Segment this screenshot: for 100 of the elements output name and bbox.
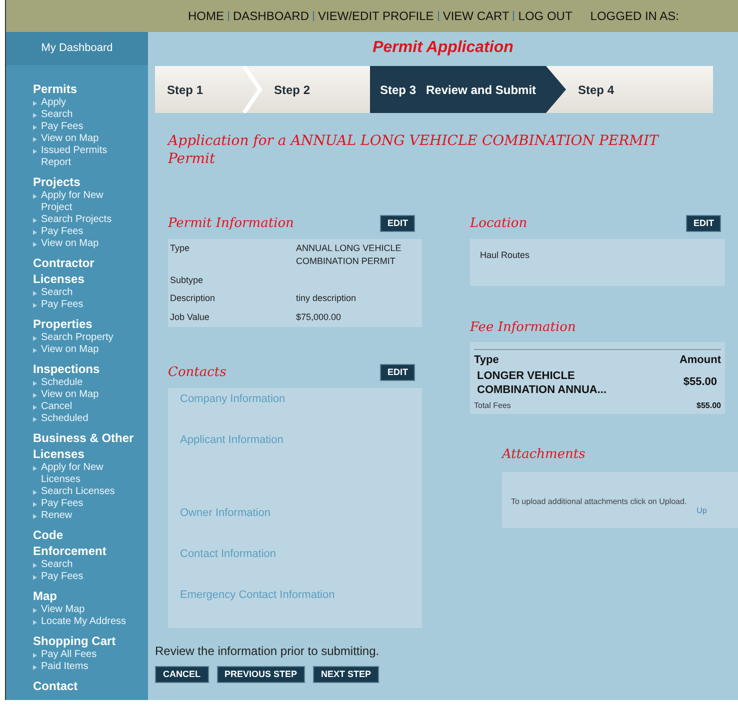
fee-amount: $55.00	[683, 375, 718, 390]
section-title: Contacts	[168, 364, 226, 382]
sidebar-link[interactable]: Search Property	[41, 332, 114, 344]
total-label: Total Fees	[474, 400, 511, 412]
field-value: ANNUAL LONG VEHICLE COMBINATION PERMIT	[296, 242, 402, 268]
bullet-icon	[33, 113, 37, 118]
total-amount: $55.00	[696, 400, 721, 412]
upload-link[interactable]: Up	[696, 505, 707, 517]
section-title: Permit Information	[168, 215, 294, 233]
step-tab[interactable]: Step 2	[262, 66, 370, 113]
bullet-icon	[33, 502, 37, 507]
field-value: $75,000.00	[296, 310, 342, 324]
section-title: Attachments	[502, 446, 586, 464]
sidebar-link[interactable]: View on Map	[41, 238, 99, 250]
action-button[interactable]: CANCEL	[155, 666, 208, 682]
sidebar-link[interactable]: Pay Fees	[41, 299, 84, 311]
sidebar-link[interactable]: Search Licenses	[41, 486, 115, 498]
sidebar-link[interactable]: Pay Fees	[41, 226, 84, 238]
nav-link[interactable]: HOME	[188, 7, 224, 25]
sidebar-link[interactable]: Pay Fees	[41, 571, 84, 583]
application-heading: Application for a ANNUAL LONG VEHICLE COMBINATION PERMIT Permit	[168, 132, 660, 168]
step-tab[interactable]: Step 3 Review and Submit	[370, 66, 566, 113]
sidebar-section-title: Contact	[33, 678, 79, 694]
sidebar-link[interactable]: Pay Fees	[41, 498, 84, 510]
sidebar-link[interactable]: View on Map	[41, 344, 99, 356]
section-title: Fee Information	[470, 318, 577, 336]
page-title: Permit Application	[372, 38, 514, 58]
sidebar-link[interactable]: View on Map	[41, 389, 99, 401]
sidebar-link[interactable]: Schedule	[41, 377, 83, 389]
sidebar-link[interactable]: Apply for New Project	[41, 190, 134, 214]
column-header: Amount	[679, 353, 721, 368]
sidebar-link[interactable]: View Map	[41, 604, 85, 616]
sidebar-link[interactable]: Search	[41, 287, 73, 299]
sidebar-section-title: Map	[33, 588, 58, 604]
bullet-icon	[33, 620, 37, 625]
nav-link[interactable]: DASHBOARD	[233, 7, 310, 25]
nav-link[interactable]: VIEW/EDIT PROFILE	[318, 7, 434, 25]
contact-group-link[interactable]: Emergency Contact Information	[180, 586, 422, 628]
edit-button[interactable]: EDIT	[686, 215, 721, 232]
contact-group-link[interactable]: Contact Information	[180, 546, 422, 586]
sidebar-header[interactable]: My Dashboard	[6, 32, 148, 65]
bullet-icon	[33, 230, 37, 235]
contact-group-link[interactable]: Applicant Information	[180, 432, 422, 504]
bullet-icon	[33, 608, 37, 613]
bullet-icon	[33, 348, 37, 353]
sidebar-link[interactable]: Renew	[41, 510, 72, 522]
sidebar-link[interactable]: Paid Items	[41, 661, 88, 673]
bullet-icon	[33, 466, 37, 471]
sidebar-link[interactable]: Scheduled	[41, 413, 88, 425]
bullet-icon	[33, 291, 37, 296]
bullet-icon	[33, 242, 37, 247]
action-button[interactable]: NEXT STEP	[313, 666, 380, 682]
bullet-icon	[33, 149, 37, 154]
column-header: Type	[474, 353, 499, 368]
sidebar-link[interactable]: Search Projects	[41, 214, 112, 226]
fee-type: LONGER VEHICLE COMBINATION ANNUA...	[476, 368, 608, 396]
sidebar-section-title: Properties	[33, 316, 94, 332]
attachments-message: To upload additional attachments click on Upload.	[511, 496, 687, 508]
logged-in-label: LOGGED IN AS:	[590, 8, 679, 25]
step-tab[interactable]: Step 1	[155, 66, 242, 113]
edit-button[interactable]: EDIT	[380, 215, 415, 232]
field-label: Subtype	[170, 274, 204, 287]
sidebar-link[interactable]: Issued Permits Report	[41, 145, 134, 169]
field-label: Type	[170, 242, 191, 255]
bullet-icon	[33, 575, 37, 580]
bullet-icon	[33, 563, 37, 568]
contact-group-link[interactable]: Owner Information	[180, 504, 422, 546]
section-title: Location	[470, 215, 528, 233]
bullet-icon	[33, 137, 37, 142]
sidebar-link[interactable]: Cancel	[41, 401, 72, 413]
bullet-icon	[33, 514, 37, 519]
bullet-icon	[33, 101, 37, 106]
edit-button[interactable]: EDIT	[380, 364, 415, 382]
sidebar-link[interactable]: Locate My Address	[41, 616, 126, 628]
sidebar-link[interactable]: Pay All Fees	[41, 649, 97, 661]
sidebar-section-title: Permits	[33, 81, 78, 97]
bullet-icon	[33, 125, 37, 130]
step-tab[interactable]: Step 4	[566, 66, 713, 113]
sidebar-link[interactable]: Apply for New Licenses	[41, 462, 134, 486]
bullet-icon	[33, 381, 37, 386]
field-label: Description	[170, 292, 216, 305]
contact-group-link[interactable]: Company Information	[180, 390, 422, 432]
bullet-icon	[33, 490, 37, 495]
sidebar-section-title: Inspections	[33, 361, 101, 377]
sidebar-link[interactable]: View on Map	[41, 133, 99, 145]
sidebar-section-title: Projects	[33, 174, 82, 190]
bullet-icon	[33, 336, 37, 341]
nav-link[interactable]: LOG OUT	[518, 7, 572, 25]
bullet-icon	[33, 665, 37, 670]
action-button[interactable]: PREVIOUS STEP	[216, 666, 306, 682]
bullet-icon	[33, 393, 37, 398]
field-label: Job Value	[170, 310, 210, 324]
sidebar-link[interactable]: Apply	[41, 97, 66, 109]
review-note: Review the information prior to submitting.	[155, 642, 380, 660]
sidebar-link[interactable]: Search	[41, 559, 73, 571]
location-item: Haul Routes	[480, 248, 531, 262]
sidebar-link[interactable]: Pay Fees	[41, 121, 84, 133]
sidebar-link[interactable]: Search	[41, 109, 73, 121]
nav-link[interactable]: VIEW CART	[442, 7, 510, 25]
bullet-icon	[33, 405, 37, 410]
